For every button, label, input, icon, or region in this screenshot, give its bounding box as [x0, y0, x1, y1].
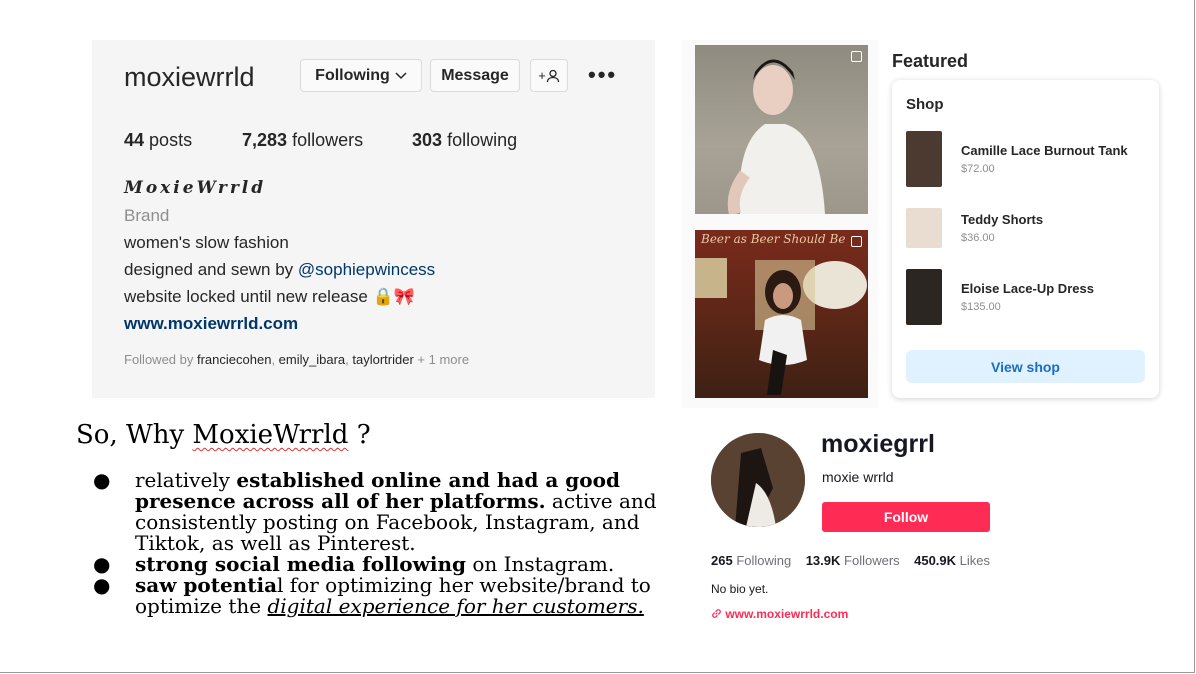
tiktok-following-num: 265 [711, 553, 733, 568]
view-shop-button[interactable]: View shop [906, 350, 1145, 383]
bio-line-1: women's slow fashion [124, 233, 289, 252]
followed-by-user: franciecohen [196, 352, 272, 367]
product-name: Teddy Shorts [961, 212, 1044, 227]
followed-by-user: emily_ibara [278, 352, 346, 367]
multiple-photos-icon [851, 236, 862, 247]
followers-label: followers [292, 130, 364, 150]
model-seated-illustration [695, 258, 867, 395]
following-num: 303 [412, 130, 443, 150]
bullet-list: ● relatively established online and had … [93, 470, 663, 617]
following-button-label: Following [315, 66, 390, 84]
following-count[interactable]: 303 following [412, 130, 517, 151]
profile-username: moxiewrrld [124, 62, 255, 92]
avatar-photo-illustration [711, 433, 805, 527]
tiktok-website-link[interactable]: www.moxiewrrld.com [711, 607, 848, 621]
followed-by[interactable]: Followed by franciecohen, emily_ibara, t… [124, 352, 469, 367]
bio-mention-link[interactable]: @sophiepwincess [298, 260, 435, 279]
shop-item[interactable]: Camille Lace Burnout Tank $72.00 [906, 131, 1146, 187]
more-options-icon[interactable]: ••• [588, 62, 617, 88]
link-icon [712, 609, 721, 618]
product-name: Camille Lace Burnout Tank [961, 143, 1128, 158]
bullet-item: ● saw potential for optimizing her websi… [93, 575, 663, 617]
heading-suffix: ? [348, 420, 371, 450]
bio-line-2-text: designed and sewn by [124, 260, 298, 279]
product-price: $36.00 [961, 232, 995, 244]
bullet-item: ● strong social media following on Insta… [93, 554, 663, 575]
shop-card: Shop Camille Lace Burnout Tank $72.00 Te… [892, 80, 1159, 398]
featured-title: Featured [892, 51, 969, 71]
tiktok-username: moxiegrrl [821, 430, 935, 458]
bullet-dot: ● [93, 468, 111, 492]
followed-by-more: + 1 more [413, 352, 470, 367]
bullet-dot: ● [93, 573, 111, 597]
posts-num: 44 [124, 130, 145, 150]
product-price: $72.00 [961, 163, 995, 175]
message-button[interactable]: Message [430, 59, 520, 92]
tiktok-likes-num: 450.9K [914, 553, 957, 568]
bullet-item: ● relatively established online and had … [93, 470, 663, 554]
product-thumbnail [906, 131, 942, 187]
suggest-user-button[interactable]: + [530, 59, 568, 92]
followed-by-prefix: Followed by [124, 352, 197, 367]
tiktok-likes-label: Likes [959, 553, 991, 568]
bio-line-3: website locked until new release 🔒🎀 [124, 287, 415, 306]
multiple-photos-icon [851, 51, 862, 62]
shop-item[interactable]: Teddy Shorts $36.00 [906, 200, 1146, 256]
bio-website-link[interactable]: www.moxiewrrld.com [124, 314, 298, 334]
tiktok-stats: 265 Following 13.9K Followers 450.9K Lik… [711, 553, 990, 568]
heading-brand: MoxieWrrld [192, 420, 349, 450]
slide-heading: So, Why MoxieWrrld ? [76, 420, 371, 450]
person-icon [546, 69, 559, 82]
following-button[interactable]: Following [300, 59, 422, 92]
posts-label: posts [149, 130, 193, 150]
model-figure-illustration [727, 59, 825, 214]
tiktok-followers-num: 13.9K [805, 553, 841, 568]
plus-label: + [538, 68, 546, 83]
followers-num: 7,283 [242, 130, 288, 150]
followed-by-user: taylortrider [352, 352, 414, 367]
tiktok-avatar[interactable] [711, 433, 805, 527]
posts-count: 44 posts [124, 130, 192, 151]
product-price: $135.00 [961, 301, 1001, 313]
shop-label: Shop [906, 96, 944, 113]
shop-item[interactable]: Eloise Lace-Up Dress $135.00 [906, 269, 1146, 325]
instagram-profile-card: moxiewrrld Following Message + ••• 44 po… [92, 40, 655, 398]
product-thumbnail [906, 269, 942, 325]
post-photo-2[interactable]: Beer as Beer Should Be [695, 230, 868, 398]
bullet-dot: ● [93, 552, 111, 576]
tiktok-follow-button[interactable]: Follow [822, 502, 990, 532]
tiktok-following-label: Following [736, 553, 792, 568]
tiktok-followers-label: Followers [844, 553, 900, 568]
tiktok-link-text: www.moxiewrrld.com [725, 607, 849, 621]
following-label: following [447, 130, 518, 150]
tiktok-bio: No bio yet. [711, 582, 769, 596]
tiktok-display-name: moxie wrrld [822, 469, 894, 485]
product-name: Eloise Lace-Up Dress [961, 281, 1094, 296]
bio-line-2: designed and sewn by @sophiepwincess [124, 260, 435, 280]
post-photo-1[interactable] [695, 45, 868, 214]
followed-by-sep: , [271, 352, 279, 367]
heading-prefix: So, Why [76, 420, 193, 450]
bullet-italic: digital experience for her customers. [267, 594, 644, 618]
product-thumbnail [906, 208, 942, 248]
chevron-down-icon [395, 71, 407, 79]
followers-count[interactable]: 7,283 followers [242, 130, 363, 151]
profile-display-name: MoxieWrrld [124, 178, 267, 198]
profile-category: Brand [124, 206, 170, 225]
